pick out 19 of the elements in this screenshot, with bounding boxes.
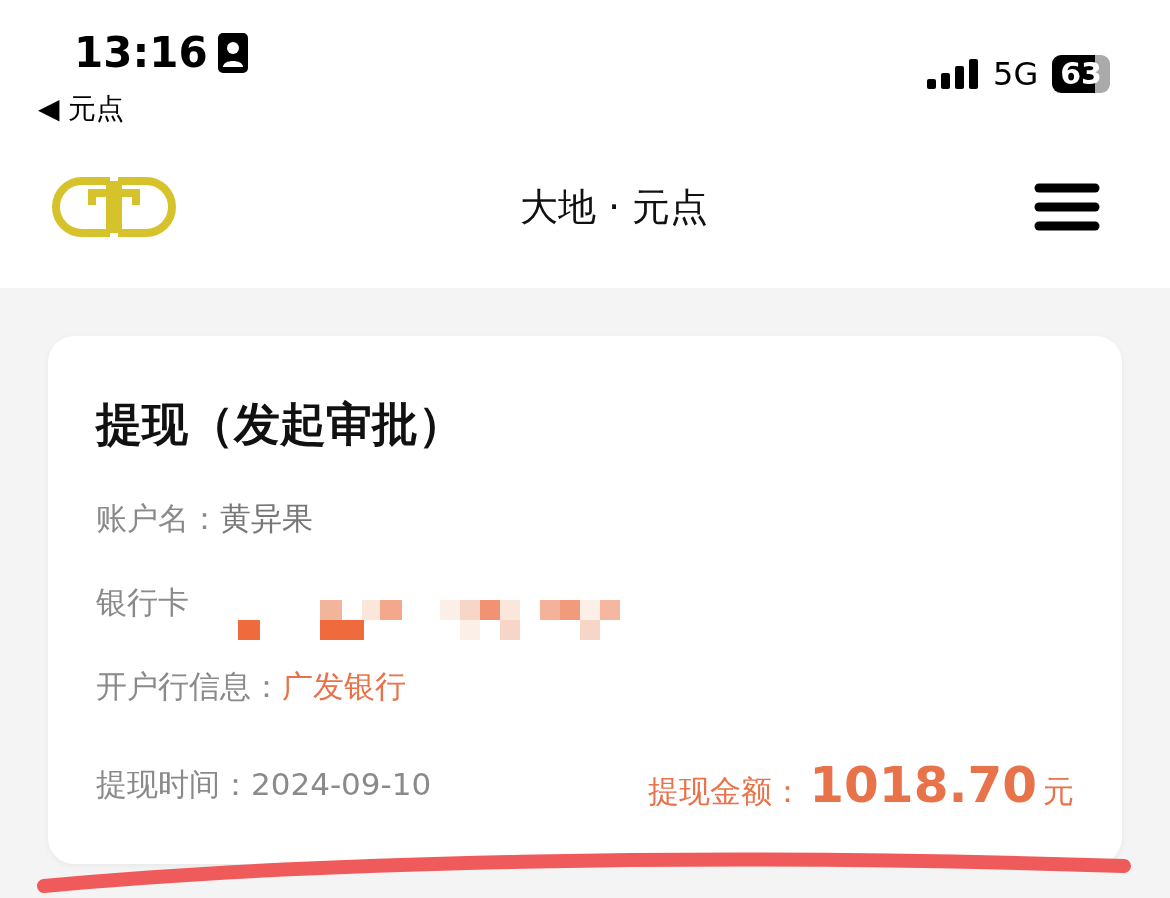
id-card-icon [217, 33, 248, 73]
amount-unit: 元 [1043, 772, 1074, 811]
time-label: 提现时间： [96, 766, 251, 802]
logo-icon [52, 175, 176, 239]
bank-label: 开户行信息： [96, 667, 282, 706]
page-title: 大地 · 元点 [519, 183, 709, 231]
time-value: 2024-09-10 [251, 766, 432, 802]
network-label: 5G [993, 55, 1039, 93]
card-title: 提现（发起审批） [96, 396, 465, 453]
amount-value: 1018.70 [809, 756, 1037, 814]
back-link[interactable]: ◀ 元点 [0, 92, 125, 126]
account-label: 账户名： [96, 499, 220, 538]
amount-label: 提现金额： [648, 772, 804, 811]
bank-card-label: 银行卡 [96, 583, 189, 622]
menu-icon[interactable] [1034, 182, 1100, 232]
signal-icon [927, 59, 980, 89]
clock-time: 13:16 [74, 28, 208, 78]
account-value: 黄异果 [220, 499, 313, 538]
bank-value: 广发银行 [282, 667, 406, 706]
